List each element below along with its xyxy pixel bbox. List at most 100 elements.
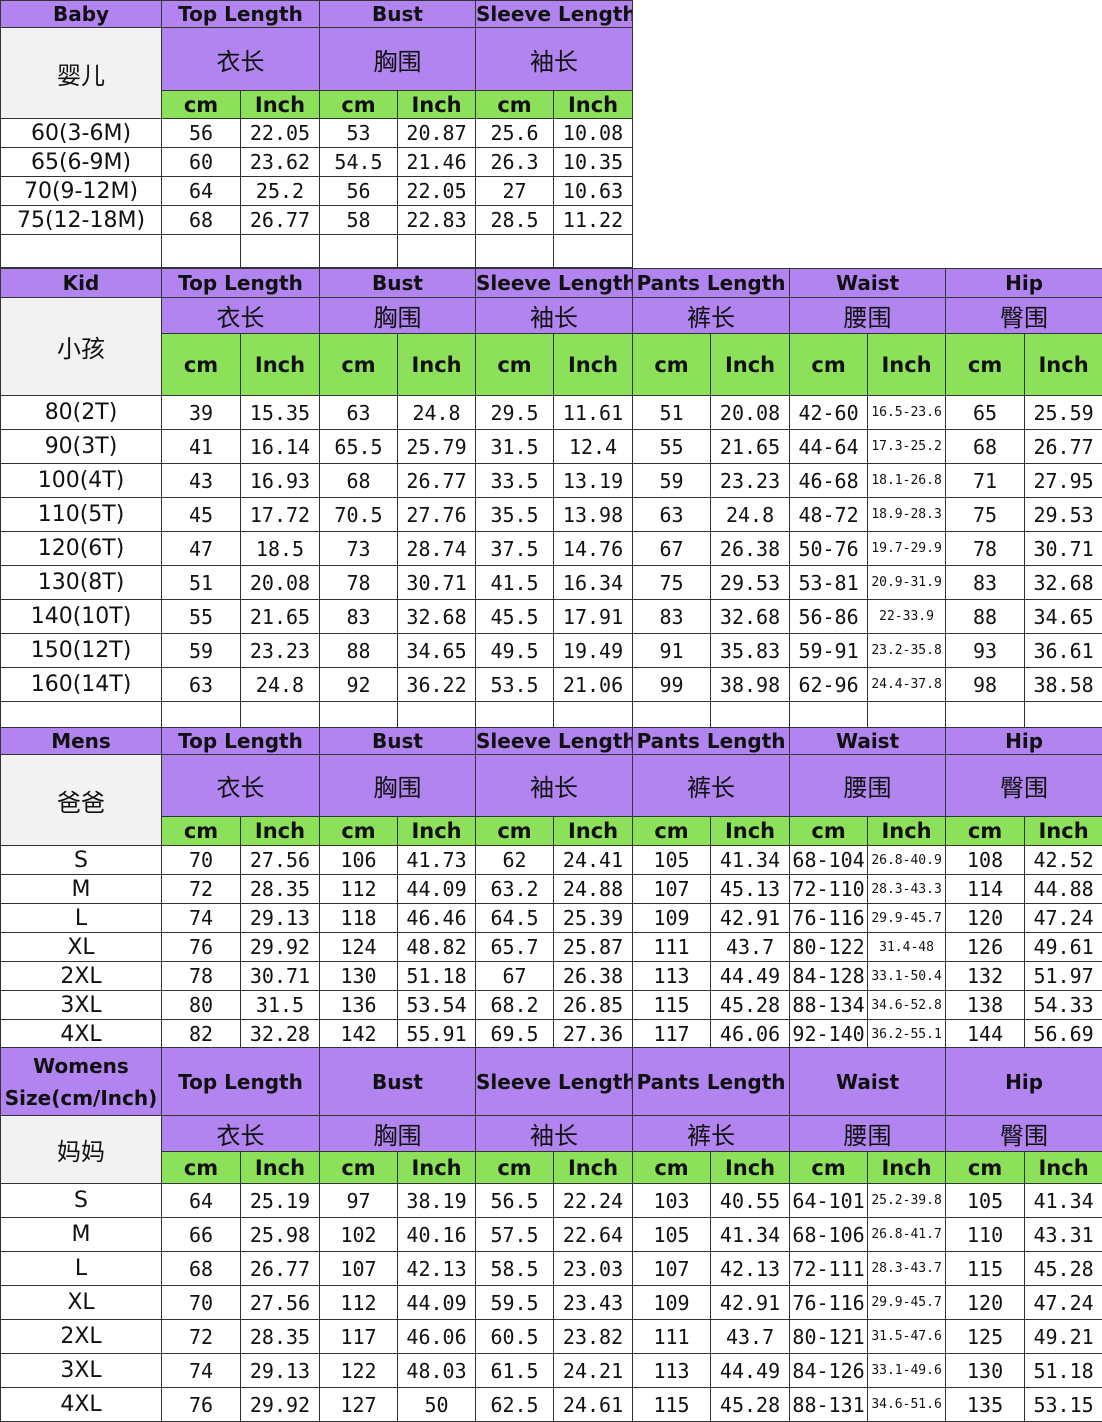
table-cell: 29.13 <box>241 1354 320 1388</box>
unit-cm: cm <box>162 817 241 846</box>
header-waist: Waist <box>790 728 946 755</box>
table-cell: 76 <box>162 933 241 962</box>
table-cell: 68 <box>162 206 241 235</box>
table-cell: 126 <box>946 933 1025 962</box>
table-cell: 29.92 <box>241 1388 320 1422</box>
table-cell: 109 <box>633 1286 711 1320</box>
table-cell: 25.6 <box>476 119 554 148</box>
table-cell: 28.35 <box>241 875 320 904</box>
table-row: 110(5T)4517.7270.527.7635.513.986324.848… <box>1 498 1102 532</box>
unit-cm: cm <box>476 1152 554 1184</box>
header-cn-sleeve: 袖长 <box>476 755 633 817</box>
size-label: 65(6-9M) <box>1 148 162 177</box>
table-cell: 38.98 <box>711 668 790 702</box>
header-bust: Bust <box>320 269 476 298</box>
unit-inch: Inch <box>868 817 946 846</box>
table-cell: 48-72 <box>790 498 868 532</box>
table-cell: 26.8-40.9 <box>868 846 946 875</box>
table-cell: 142 <box>320 1020 398 1049</box>
table-cell: 19.49 <box>554 634 633 668</box>
table-cell: 125 <box>946 1320 1025 1354</box>
table-row: 90(3T)4116.1465.525.7931.512.45521.6544-… <box>1 430 1102 464</box>
header-cn-sleeve: 袖长 <box>476 28 633 91</box>
header-cn-top: 衣长 <box>162 755 320 817</box>
table-cell: 55.91 <box>398 1020 476 1049</box>
table-cell: 26.38 <box>711 532 790 566</box>
table-cell: 61.5 <box>476 1354 554 1388</box>
table-cell: 23.23 <box>241 634 320 668</box>
table-cell: 59 <box>633 464 711 498</box>
table-cell: 66 <box>162 1218 241 1252</box>
unit-inch: Inch <box>241 334 320 396</box>
table-cell: 103 <box>633 1184 711 1218</box>
womens-section: Womens Size(cm/Inch) Top Length Bust Sle… <box>0 1047 1102 1422</box>
header-top-length: Top Length <box>162 269 320 298</box>
unit-cm: cm <box>946 817 1025 846</box>
table-cell: 65.5 <box>320 430 398 464</box>
size-label: 4XL <box>1 1020 162 1049</box>
table-cell: 62-96 <box>790 668 868 702</box>
table-cell: 21.06 <box>554 668 633 702</box>
table-cell: 47.24 <box>1025 904 1102 933</box>
unit-cm: cm <box>320 91 398 119</box>
table-cell: 20.08 <box>241 566 320 600</box>
table-cell: 43 <box>162 464 241 498</box>
table-cell: 25.19 <box>241 1184 320 1218</box>
table-cell: 78 <box>320 566 398 600</box>
table-cell: 93 <box>946 634 1025 668</box>
table-cell: 107 <box>320 1252 398 1286</box>
table-cell: 28.3-43.3 <box>868 875 946 904</box>
table-cell: 110 <box>946 1218 1025 1252</box>
womens-label-line2: Size(cm/Inch) <box>1 1082 161 1114</box>
table-cell: 46.46 <box>398 904 476 933</box>
table-cell: 44.09 <box>398 875 476 904</box>
table-cell: 18.1-26.8 <box>868 464 946 498</box>
header-cn-bust: 胸围 <box>320 298 476 334</box>
table-cell: 23.62 <box>241 148 320 177</box>
header-sleeve-length: Sleeve Length <box>476 1 633 28</box>
table-cell: 56.5 <box>476 1184 554 1218</box>
unit-inch: Inch <box>398 334 476 396</box>
table-cell: 135 <box>946 1388 1025 1422</box>
womens-label-line1: Womens <box>1 1050 161 1082</box>
table-cell: 88-134 <box>790 991 868 1020</box>
mens-section: Mens Top Length Bust Sleeve Length Pants… <box>0 727 1102 1049</box>
table-cell: 42.13 <box>398 1252 476 1286</box>
table-cell: 118 <box>320 904 398 933</box>
table-cell: 36.2-55.1 <box>868 1020 946 1049</box>
table-cell: 24.8 <box>711 498 790 532</box>
table-cell: 16.93 <box>241 464 320 498</box>
unit-inch: Inch <box>1025 817 1102 846</box>
header-cn-bust: 胸围 <box>320 28 476 91</box>
table-cell: 57.5 <box>476 1218 554 1252</box>
baby-rows: 60(3-6M)5622.055320.8725.610.0865(6-9M)6… <box>1 119 633 235</box>
header-bust: Bust <box>320 1 476 28</box>
unit-cm: cm <box>320 1152 398 1184</box>
header-cn-sleeve: 袖长 <box>476 1116 633 1152</box>
table-cell: 106 <box>320 846 398 875</box>
table-cell: 26.38 <box>554 962 633 991</box>
table-cell: 27.56 <box>241 846 320 875</box>
table-cell: 55 <box>633 430 711 464</box>
table-cell: 24.8 <box>398 396 476 430</box>
table-cell: 45.5 <box>476 600 554 634</box>
table-cell: 64 <box>162 1184 241 1218</box>
table-cell: 51 <box>162 566 241 600</box>
table-cell: 45 <box>162 498 241 532</box>
table-cell: 54.33 <box>1025 991 1102 1020</box>
unit-cm: cm <box>633 1152 711 1184</box>
table-cell: 107 <box>633 875 711 904</box>
table-cell: 72-111 <box>790 1252 868 1286</box>
table-cell: 32.68 <box>1025 566 1102 600</box>
table-row: 70(9-12M)6425.25622.052710.63 <box>1 177 633 206</box>
size-label: 150(12T) <box>1 634 162 668</box>
table-cell: 22-33.9 <box>868 600 946 634</box>
table-cell: 115 <box>633 1388 711 1422</box>
table-row: 4XL7629.921275062.524.6111545.2888-13134… <box>1 1388 1102 1422</box>
table-cell: 23.82 <box>554 1320 633 1354</box>
header-bust: Bust <box>320 728 476 755</box>
table-cell: 72 <box>162 875 241 904</box>
table-cell: 54.5 <box>320 148 398 177</box>
table-cell: 22.24 <box>554 1184 633 1218</box>
header-cn-hip: 臀围 <box>946 1116 1102 1152</box>
